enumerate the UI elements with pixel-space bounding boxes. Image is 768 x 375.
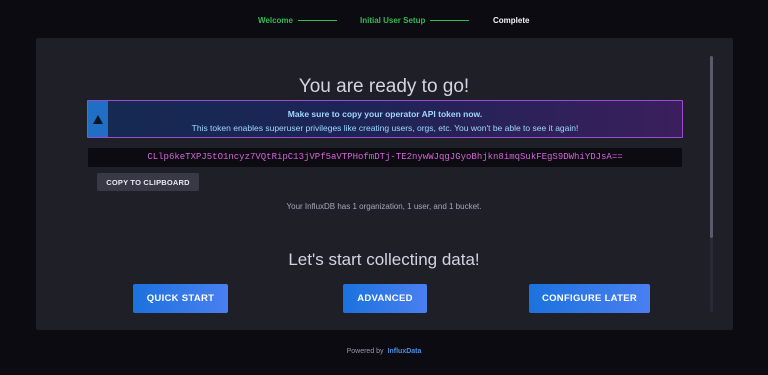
step-initial-user-setup: Initial User Setup	[360, 16, 426, 25]
section-subtitle: Let's start collecting data!	[288, 250, 480, 269]
alert-body: This token enables superuser privileges …	[191, 123, 579, 133]
setup-stepper: Welcome Initial User Setup Complete	[0, 10, 768, 32]
token-warning-alert: Make sure to copy your operator API toke…	[87, 100, 683, 138]
step-connector	[430, 20, 469, 21]
api-token[interactable]: CLlp6keTXPJ5tO1ncyz7VQtRipC13jVPf5aVTPHo…	[88, 148, 682, 167]
copy-to-clipboard-button[interactable]: COPY TO CLIPBOARD	[97, 173, 199, 191]
footer: Powered by InfluxData	[0, 348, 768, 355]
configure-later-button[interactable]: CONFIGURE LATER	[529, 284, 650, 313]
quick-start-button[interactable]: QUICK START	[133, 284, 228, 313]
influxdata-link[interactable]: InfluxData	[388, 348, 422, 355]
step-complete: Complete	[493, 16, 530, 25]
page-title: You are ready to go!	[298, 76, 470, 97]
powered-by-label: Powered by	[346, 348, 384, 355]
step-welcome: Welcome	[258, 16, 293, 25]
alert-title: Make sure to copy your operator API toke…	[287, 109, 483, 119]
advanced-button[interactable]: ADVANCED	[343, 284, 427, 313]
step-connector	[298, 20, 337, 21]
setup-summary: Your InfluxDB has 1 organization, 1 user…	[286, 202, 482, 211]
